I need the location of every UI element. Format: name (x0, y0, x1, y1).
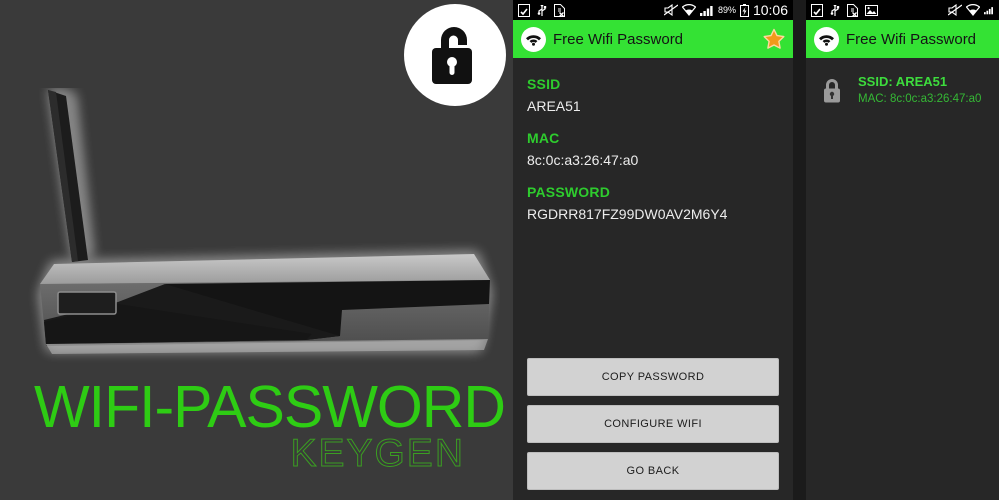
action-bar-title: Free Wifi Password (553, 30, 684, 48)
status-bar-clock: 10:06 (752, 2, 788, 18)
action-bar: Free Wifi Password (513, 20, 793, 58)
phone-detail-screen: 89% 10:06 Free Wifi Password SSID AREA51… (513, 0, 793, 500)
signal-bars-icon (984, 7, 993, 15)
wifi-icon (966, 4, 980, 16)
field-mac: MAC 8c:0c:a3:26:47:a0 (527, 130, 779, 168)
usb-icon (537, 4, 547, 16)
configure-wifi-button[interactable]: CONFIGURE WIFI (527, 405, 779, 443)
action-bar: Free Wifi Password (806, 20, 999, 58)
field-ssid: SSID AREA51 (527, 76, 779, 114)
field-label: PASSWORD (527, 184, 611, 200)
promo-subtitle: KEYGEN (290, 432, 465, 475)
document-error-icon (847, 3, 858, 17)
sd-card-icon (811, 3, 823, 17)
status-bar: 89% 10:06 (513, 0, 793, 20)
field-label: MAC (527, 130, 560, 146)
panel-divider (793, 0, 806, 500)
action-bar-title: Free Wifi Password (846, 30, 977, 48)
unlocked-padlock-badge (404, 4, 506, 106)
wifi-icon (681, 4, 696, 16)
field-value: 8c:0c:a3:26:47:a0 (527, 152, 639, 168)
gallery-icon (865, 4, 878, 16)
list-item-mac: MAC: 8c:0c:a3:26:47:a0 (858, 93, 982, 105)
document-error-icon (554, 3, 565, 17)
app-store-screenshot-strip: WIFI-PASSWORD KEYGEN 89% 10:06 Free Wifi… (0, 0, 999, 500)
field-value: AREA51 (527, 98, 581, 114)
wifi-logo-icon (814, 26, 839, 52)
action-buttons: COPY PASSWORD CONFIGURE WIFI GO BACK (527, 358, 779, 490)
wifi-detail-content: SSID AREA51 MAC 8c:0c:a3:26:47:a0 PASSWO… (513, 58, 793, 222)
mute-icon (663, 4, 678, 16)
copy-password-button[interactable]: COPY PASSWORD (527, 358, 779, 396)
mute-icon (948, 4, 962, 16)
usb-icon (830, 4, 840, 16)
battery-charging-icon (739, 3, 749, 17)
promo-panel: WIFI-PASSWORD KEYGEN (0, 0, 513, 500)
wifi-router-illustration (22, 88, 500, 363)
signal-bars-icon (699, 6, 713, 16)
list-item-text: SSID: AREA51 MAC: 8c:0c:a3:26:47:a0 (858, 74, 981, 105)
field-password: PASSWORD RGDRR817FZ99DW0AV2M6Y4 (527, 184, 779, 222)
list-item[interactable]: SSID: AREA51 MAC: 8c:0c:a3:26:47:a0 (806, 58, 999, 105)
wifi-logo-icon (521, 26, 546, 52)
field-value: RGDRR817FZ99DW0AV2M6Y4 (527, 206, 728, 222)
field-label: SSID (527, 76, 561, 92)
unlocked-padlock-icon (432, 27, 472, 84)
list-item-ssid: SSID: AREA51 (858, 74, 948, 89)
star-icon[interactable] (763, 28, 785, 50)
promo-title: WIFI-PASSWORD (34, 374, 506, 440)
locked-padlock-icon (820, 76, 844, 104)
battery-percent-label: 89% (717, 4, 736, 15)
sd-card-icon (518, 3, 530, 17)
go-back-button[interactable]: GO BACK (527, 452, 779, 490)
status-bar (806, 0, 999, 20)
phone-list-screen: Free Wifi Password SSID: AREA51 MAC: 8c:… (806, 0, 999, 500)
